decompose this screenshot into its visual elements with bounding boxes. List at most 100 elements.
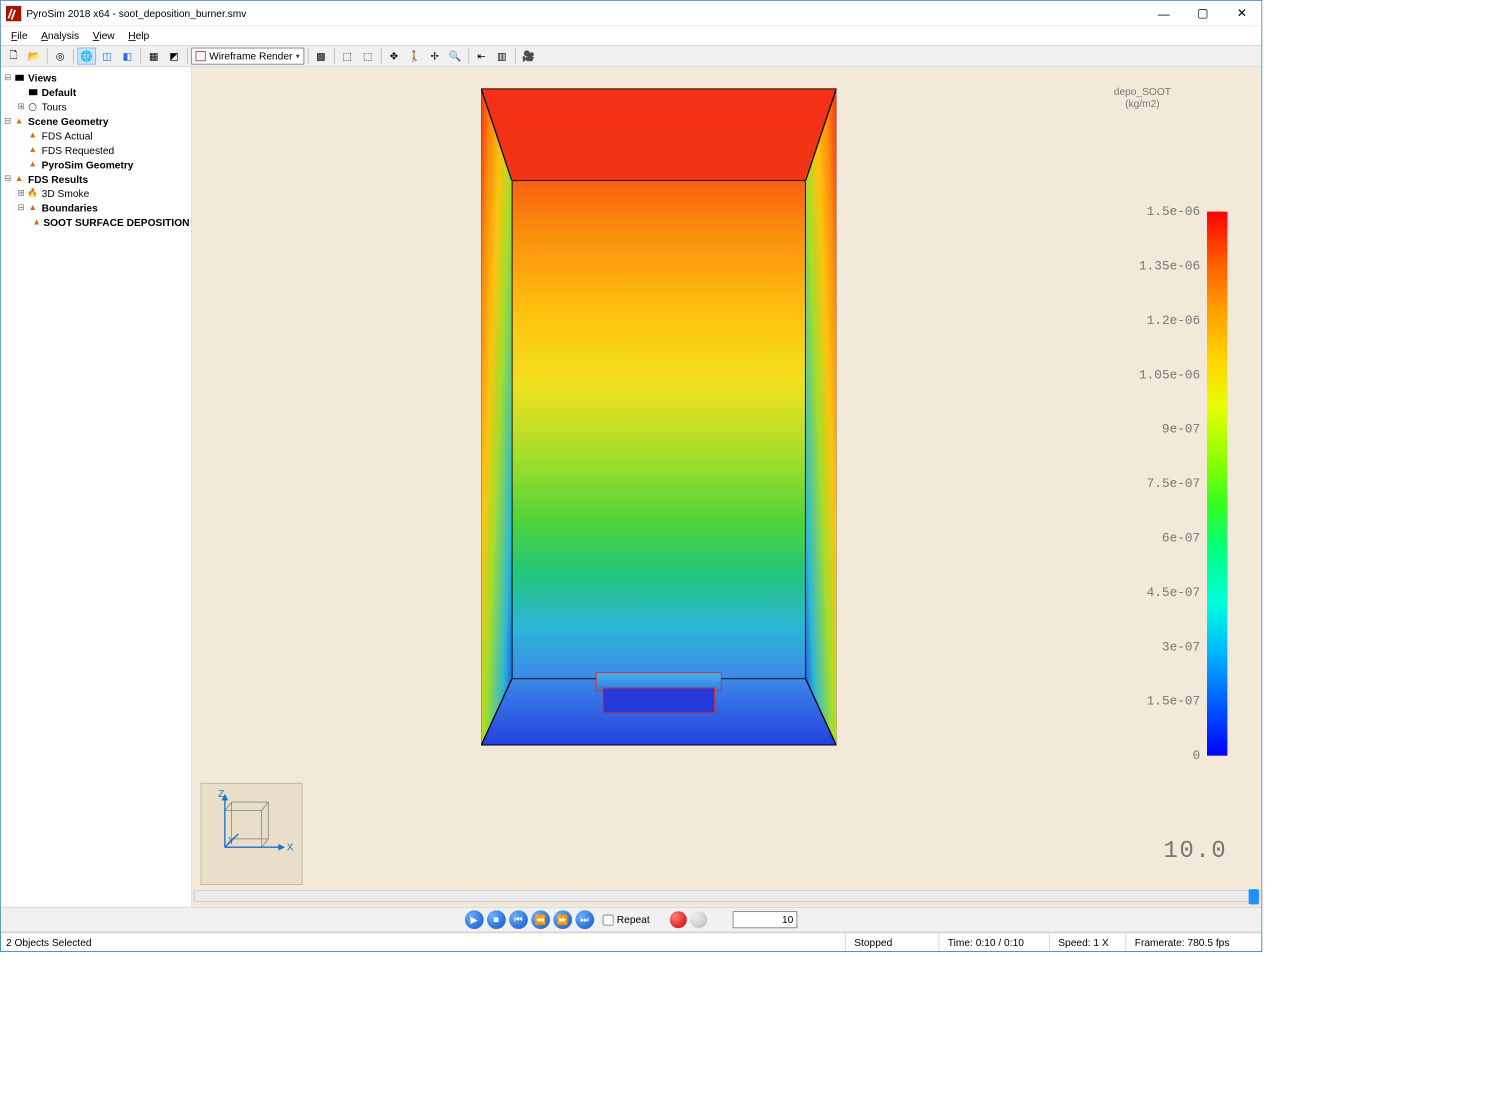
ceiling bbox=[481, 88, 836, 180]
tour-icon bbox=[26, 101, 39, 113]
viewport-3d[interactable]: depo_SOOT (kg/m2) 1.5e-06 1.35e-06 1.2e-… bbox=[192, 67, 1261, 907]
colorbar: depo_SOOT (kg/m2) 1.5e-06 1.35e-06 1.2e-… bbox=[1049, 86, 1236, 110]
menu-view[interactable]: View bbox=[86, 28, 122, 43]
left-wall bbox=[481, 88, 512, 745]
app-icon bbox=[6, 6, 21, 21]
fire-icon bbox=[32, 216, 40, 228]
menu-analysis[interactable]: Analysis bbox=[34, 28, 86, 43]
mesh1-icon[interactable]: ⬚ bbox=[338, 48, 357, 65]
record-stop-button[interactable] bbox=[690, 911, 707, 928]
first-frame-button[interactable]: ⏮ bbox=[509, 910, 528, 929]
tree-pyrosim-geometry[interactable]: PyroSim Geometry bbox=[3, 157, 190, 171]
repeat-label: Repeat bbox=[617, 914, 650, 926]
clip-icon[interactable]: ◩ bbox=[165, 48, 184, 65]
separator bbox=[380, 48, 381, 63]
colorbar-tick: 0 bbox=[1081, 749, 1200, 763]
right-wall bbox=[806, 88, 837, 745]
tree-fds-actual[interactable]: FDS Actual bbox=[3, 128, 190, 142]
separator bbox=[307, 48, 308, 63]
fire-icon bbox=[26, 130, 39, 142]
burner-object bbox=[596, 672, 722, 713]
tree-views[interactable]: ⊟Views bbox=[3, 71, 190, 85]
render-mode-select[interactable]: Wireframe Render ▾ bbox=[191, 48, 304, 65]
measure-icon[interactable]: ⇤ bbox=[472, 48, 491, 65]
render-mode-label: Wireframe Render bbox=[209, 50, 292, 62]
box-icon[interactable]: ◫ bbox=[98, 48, 117, 65]
separator bbox=[140, 48, 141, 63]
menu-file[interactable]: File bbox=[4, 28, 34, 43]
content-area: ⊟Views Default ⊞Tours ⊟Scene Geometry FD… bbox=[1, 67, 1262, 907]
move-icon[interactable]: ✥ bbox=[385, 48, 404, 65]
flame-icon bbox=[26, 187, 39, 199]
stop-button[interactable]: ■ bbox=[487, 910, 506, 929]
colorbar-gradient bbox=[1207, 212, 1227, 756]
minimize-button[interactable]: — bbox=[1144, 1, 1183, 26]
colorbar-tick: 9e-07 bbox=[1081, 422, 1200, 436]
axis-x-label: X bbox=[287, 843, 294, 854]
flag-icon[interactable]: ▩ bbox=[312, 48, 331, 65]
title-bar: PyroSim 2018 x64 - soot_deposition_burne… bbox=[1, 1, 1262, 27]
menu-help[interactable]: Help bbox=[121, 28, 156, 43]
next-frame-button[interactable]: ⏩ bbox=[553, 910, 572, 929]
colorbar-tick: 1.35e-06 bbox=[1081, 259, 1200, 273]
repeat-checkbox[interactable] bbox=[602, 914, 613, 925]
open-icon[interactable]: 📂 bbox=[25, 48, 44, 65]
navigator-tree[interactable]: ⊟Views Default ⊞Tours ⊟Scene Geometry FD… bbox=[1, 67, 192, 907]
prev-frame-button[interactable]: ⏪ bbox=[531, 910, 550, 929]
status-time: Time: 0:10 / 0:10 bbox=[938, 933, 1049, 951]
zoom-icon[interactable]: 🔍 bbox=[446, 48, 465, 65]
fire-icon bbox=[13, 173, 26, 185]
chevron-down-icon: ▾ bbox=[296, 51, 300, 60]
grid-icon[interactable]: ▦ bbox=[145, 48, 164, 65]
tree-scene-geometry[interactable]: ⊟Scene Geometry bbox=[3, 114, 190, 128]
walk-icon[interactable]: 🚶 bbox=[405, 48, 424, 65]
time-slider[interactable] bbox=[194, 890, 1260, 902]
fire-icon bbox=[26, 159, 39, 171]
tree-tours[interactable]: ⊞Tours bbox=[3, 99, 190, 113]
back-wall bbox=[481, 88, 836, 745]
window-title: PyroSim 2018 x64 - soot_deposition_burne… bbox=[26, 7, 1144, 19]
colorbar-tick: 7.5e-07 bbox=[1081, 477, 1200, 491]
colorbar-tick: 1.5e-06 bbox=[1081, 205, 1200, 219]
status-bar: 2 Objects Selected Stopped Time: 0:10 / … bbox=[1, 932, 1262, 951]
colorbar-tick: 4.5e-07 bbox=[1081, 586, 1200, 600]
frame-input[interactable] bbox=[733, 911, 798, 928]
last-frame-button[interactable]: ⏭ bbox=[575, 910, 594, 929]
wireframe-icon bbox=[196, 51, 206, 61]
camera-icon[interactable]: 🎥 bbox=[519, 48, 538, 65]
cursor-icon[interactable]: ✢ bbox=[425, 48, 444, 65]
tree-soot-deposition[interactable]: SOOT SURFACE DEPOSITION bbox=[3, 215, 190, 229]
cube-icon[interactable]: ◧ bbox=[118, 48, 137, 65]
maximize-button[interactable]: ▢ bbox=[1183, 1, 1222, 26]
status-framerate: Framerate: 780.5 fps bbox=[1125, 933, 1261, 951]
fire-icon bbox=[26, 202, 39, 214]
tree-fds-requested[interactable]: FDS Requested bbox=[3, 143, 190, 157]
tree-default[interactable]: Default bbox=[3, 85, 190, 99]
play-button[interactable]: ▶ bbox=[465, 910, 484, 929]
hide-icon[interactable]: ▥ bbox=[493, 48, 512, 65]
target-icon[interactable]: ◎ bbox=[51, 48, 70, 65]
axis-orientation-widget[interactable]: Z X Y bbox=[201, 783, 303, 885]
menu-bar: File Analysis View Help bbox=[1, 26, 1262, 45]
tree-boundaries[interactable]: ⊟Boundaries bbox=[3, 201, 190, 215]
close-button[interactable]: ✕ bbox=[1222, 1, 1261, 26]
orbit-icon[interactable]: 🌐 bbox=[77, 48, 96, 65]
playback-bar: ▶ ■ ⏮ ⏪ ⏩ ⏭ Repeat bbox=[1, 907, 1262, 933]
new-icon[interactable]: 🗋 bbox=[4, 48, 23, 65]
time-counter: 10.0 bbox=[1163, 838, 1227, 864]
colorbar-title: depo_SOOT (kg/m2) bbox=[1049, 86, 1236, 110]
camera-icon bbox=[26, 86, 39, 98]
axis-z-label: Z bbox=[218, 789, 224, 800]
mesh2-icon[interactable]: ⬚ bbox=[358, 48, 377, 65]
toolbar: 🗋 📂 ◎ 🌐 ◫ ◧ ▦ ◩ Wireframe Render ▾ ▩ ⬚ ⬚… bbox=[1, 45, 1262, 67]
separator bbox=[334, 48, 335, 63]
record-button[interactable] bbox=[670, 911, 687, 928]
tree-3d-smoke[interactable]: ⊞3D Smoke bbox=[3, 186, 190, 200]
fire-icon bbox=[26, 144, 39, 156]
tree-fds-results[interactable]: ⊟FDS Results bbox=[3, 172, 190, 186]
status-state: Stopped bbox=[845, 933, 939, 951]
slider-thumb[interactable] bbox=[1249, 889, 1259, 904]
colorbar-tick: 6e-07 bbox=[1081, 531, 1200, 545]
repeat-toggle[interactable]: Repeat bbox=[602, 914, 649, 926]
colorbar-tick: 1.2e-06 bbox=[1081, 314, 1200, 328]
